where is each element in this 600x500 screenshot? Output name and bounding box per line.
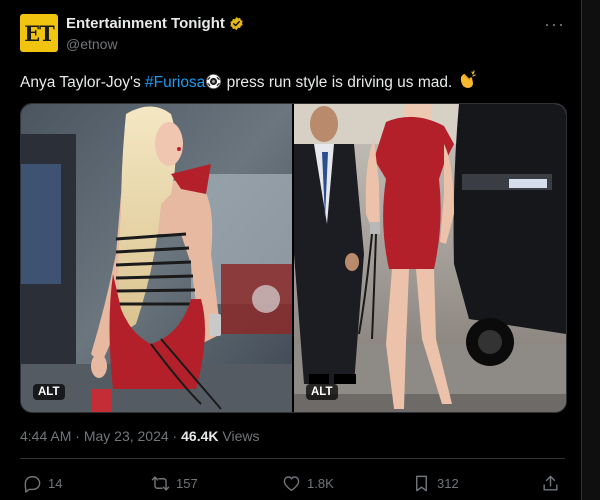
repost-icon [151, 476, 170, 491]
display-name[interactable]: Entertainment Tonight [66, 15, 225, 32]
bookmark-icon [416, 475, 427, 492]
clapping-hands-emoji-icon [460, 70, 476, 88]
tweet-text-before: Anya Taylor-Joy's [20, 74, 145, 91]
reply-icon [24, 476, 41, 493]
reply-count: 14 [48, 476, 63, 491]
views-label: Views [218, 428, 260, 444]
media-photo-right[interactable]: ALT [294, 104, 566, 412]
author-name-row: Entertainment Tonight [66, 15, 244, 32]
like-count: 1.8K [307, 476, 334, 491]
bookmark-count: 312 [437, 476, 459, 491]
reply-button[interactable]: 14 [23, 474, 62, 493]
action-bar: 14 157 1.8K 312 [20, 474, 565, 496]
hashtag-link[interactable]: #Furiosa [145, 74, 205, 91]
like-button[interactable]: 1.8K [282, 474, 334, 493]
share-button[interactable] [541, 474, 560, 493]
handle[interactable]: @etnow [66, 36, 118, 52]
media-grid: ALT ALT [20, 103, 567, 413]
photo-right-image [294, 104, 566, 412]
post-meta: 4:44 AM · May 23, 2024 · 46.4K Views [20, 428, 259, 444]
tweet: ET Entertainment Tonight @etnow ··· Anya… [0, 0, 581, 500]
alt-badge-left[interactable]: ALT [33, 384, 65, 400]
repost-count: 157 [176, 476, 198, 491]
post-date[interactable]: May 23, 2024 [84, 428, 169, 444]
verified-badge-icon [230, 16, 243, 31]
meta-separator: · [168, 428, 182, 444]
repost-button[interactable]: 157 [151, 474, 198, 493]
hashtag-emoji-icon [206, 73, 222, 90]
meta-separator: · [71, 428, 84, 444]
like-icon [283, 476, 300, 491]
views-count: 46.4K [181, 428, 219, 444]
avatar-logo-text: ET [24, 20, 55, 46]
tweet-text: Anya Taylor-Joy's #Furiosa press run sty… [20, 70, 477, 92]
bookmark-button[interactable]: 312 [412, 474, 459, 493]
alt-badge-right[interactable]: ALT [306, 384, 338, 400]
window-scroll-edge [581, 0, 600, 500]
post-time[interactable]: 4:44 AM [20, 428, 71, 444]
photo-left-image [21, 104, 292, 412]
more-options-icon[interactable]: ··· [544, 14, 565, 35]
media-photo-left[interactable]: ALT [21, 104, 292, 412]
avatar[interactable]: ET [20, 14, 58, 52]
tweet-text-after: press run style is driving us mad. [222, 74, 457, 91]
share-icon [543, 475, 558, 491]
divider [20, 458, 565, 459]
